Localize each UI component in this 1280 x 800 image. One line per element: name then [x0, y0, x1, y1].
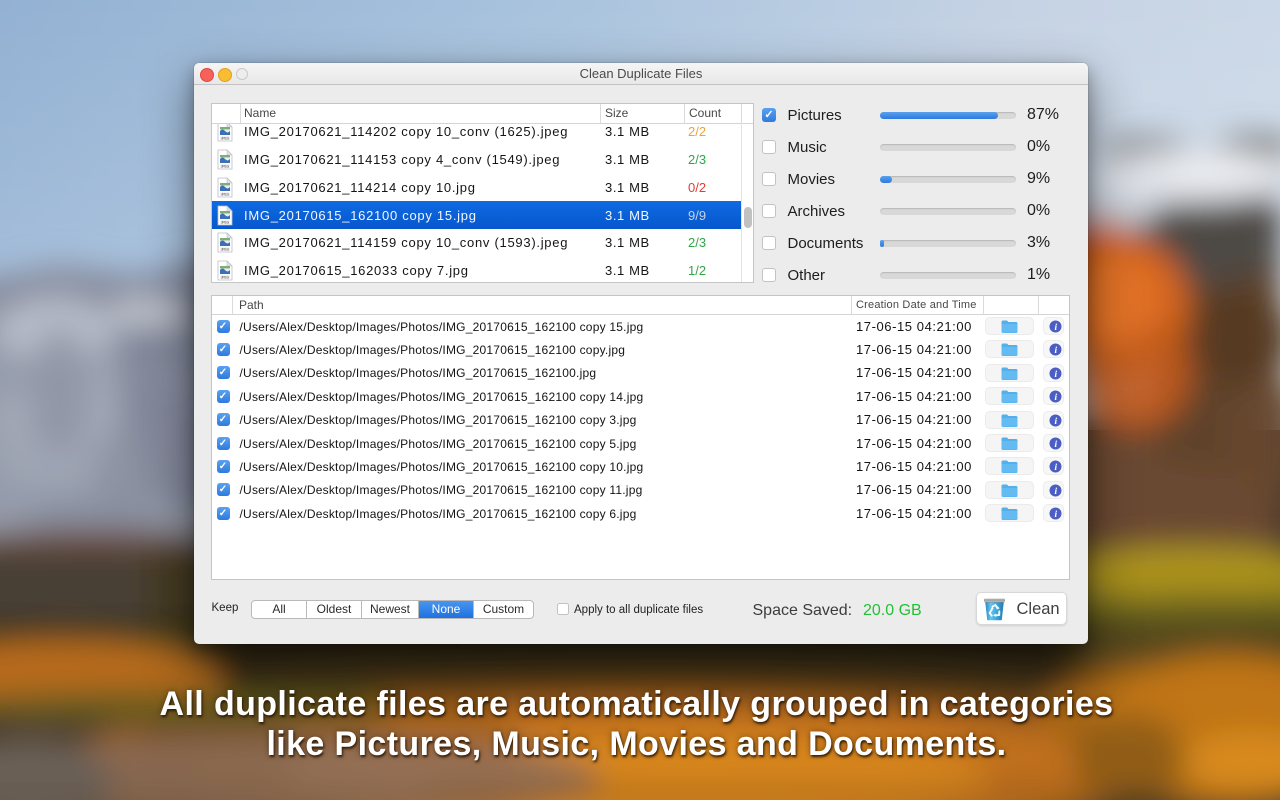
svg-text:JPEG: JPEG	[221, 164, 230, 168]
svg-text:i: i	[1054, 510, 1057, 520]
svg-text:JPEG: JPEG	[221, 248, 230, 252]
svg-text:i: i	[1054, 393, 1057, 403]
svg-text:i: i	[1054, 346, 1057, 356]
svg-text:i: i	[1054, 417, 1057, 427]
svg-text:i: i	[1054, 440, 1057, 450]
svg-text:i: i	[1054, 323, 1057, 333]
svg-text:JPEG: JPEG	[221, 220, 230, 224]
svg-text:JPEG: JPEG	[221, 136, 230, 140]
svg-text:JPEG: JPEG	[221, 192, 230, 196]
svg-text:i: i	[1054, 463, 1057, 473]
svg-text:i: i	[1054, 487, 1057, 497]
svg-text:JPEG: JPEG	[221, 276, 230, 280]
svg-text:i: i	[1054, 370, 1057, 380]
